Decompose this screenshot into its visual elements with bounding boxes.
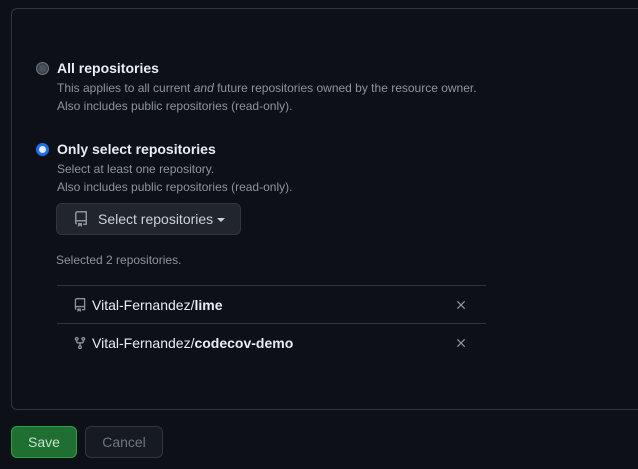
close-icon	[457, 301, 465, 309]
repo-name: codecov-demo	[194, 335, 294, 351]
repo-forked-icon	[73, 336, 87, 350]
repo-owner: Vital-Fernandez/	[92, 335, 195, 351]
option-description-line1: Select at least one repository.	[57, 162, 215, 176]
select-repositories-button[interactable]: Select repositories	[56, 203, 241, 235]
radio-all-repositories[interactable]	[36, 62, 49, 75]
save-button[interactable]: Save	[11, 426, 77, 458]
option-title: All repositories	[57, 60, 159, 76]
option-only-select-repositories[interactable]: Only select repositories Select at least…	[36, 141, 496, 195]
list-item: Vital-Fernandez/codecov-demo	[57, 324, 486, 362]
repo-icon	[73, 211, 89, 227]
list-item: Vital-Fernandez/lime	[57, 286, 486, 324]
close-icon	[457, 339, 465, 347]
remove-repository-button[interactable]	[454, 336, 468, 350]
remove-repository-button[interactable]	[454, 298, 468, 312]
option-description-line2: Also includes public repositories (read-…	[57, 180, 293, 194]
option-description-line1: This applies to all current and future r…	[57, 81, 477, 95]
selected-repositories-list: Vital-Fernandez/lime Vital-Fernandez/cod…	[57, 285, 486, 362]
repo-icon	[73, 297, 87, 312]
select-repositories-label: Select repositories	[98, 211, 214, 227]
repo-name: lime	[194, 296, 223, 313]
repo-owner: Vital-Fernandez/	[92, 296, 195, 313]
radio-only-select-repositories[interactable]	[36, 143, 49, 156]
option-title: Only select repositories	[57, 141, 216, 157]
option-all-repositories[interactable]: All repositories This applies to all cur…	[36, 60, 496, 114]
option-description-line2: Also includes public repositories (read-…	[57, 99, 293, 113]
cancel-button[interactable]: Cancel	[85, 426, 163, 458]
caret-down-icon	[217, 218, 226, 222]
selected-count-text: Selected 2 repositories.	[56, 253, 182, 267]
